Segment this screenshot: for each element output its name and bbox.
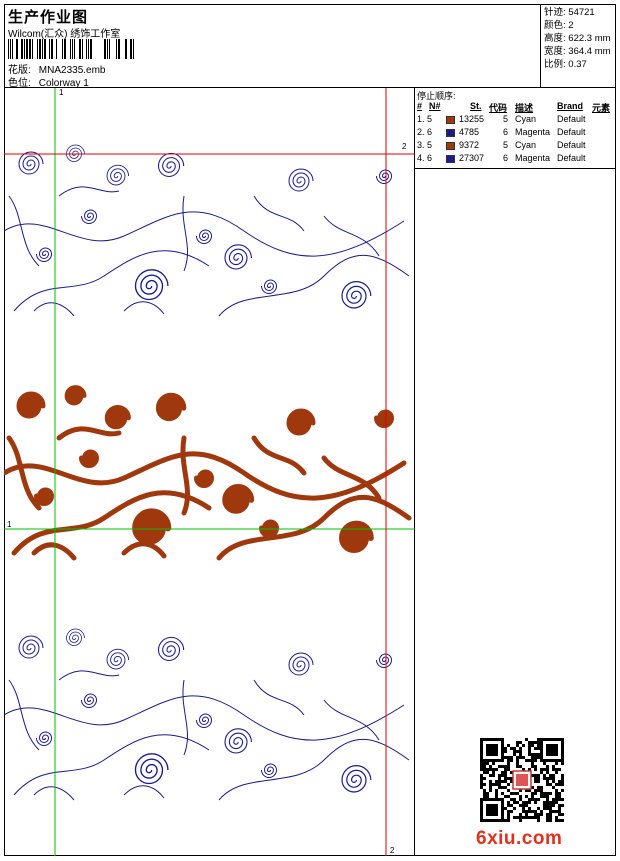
outline-band-bottom: [4, 629, 409, 800]
row-desc: Cyan: [515, 114, 537, 124]
stat-height: 高度: 622.3 mm: [544, 33, 611, 44]
guide-label-right: 2: [402, 142, 407, 151]
row-num: 2.: [417, 127, 425, 137]
watermark-logo: 6xiu.com: [476, 828, 563, 849]
colorway-label: 色位:: [8, 78, 31, 89]
design-canvas[interactable]: 1 1 2 2: [4, 88, 415, 856]
stat-scale: 比例: 0.37: [544, 59, 587, 70]
embroidery-preview: [4, 88, 415, 856]
row-code: 5: [503, 114, 509, 124]
row-n: 5: [427, 114, 433, 124]
stats-panel: 针迹: 54721 颜色: 2 高度: 622.3 mm 宽度: 364.4 m…: [540, 4, 616, 88]
row-code: 6: [503, 127, 509, 137]
colorway-line: 色位: Colorway 1: [8, 74, 89, 89]
outline-band-top: [4, 145, 409, 316]
row-n: 6: [427, 127, 433, 137]
stop-sequence-row[interactable]: 1. 5 13255 5 Cyan Default: [415, 114, 616, 126]
qr-code: [480, 738, 564, 822]
color-swatch: [446, 155, 455, 163]
subtitle: Wilcom(汇众) 绣饰工作室: [8, 29, 121, 40]
header: 生产作业图 Wilcom(汇众) 绣饰工作室 花版: MNA2335.emb 色…: [4, 4, 616, 89]
row-brand: Default: [557, 114, 586, 124]
row-n: 6: [427, 153, 433, 163]
stop-sequence-header: # N# St. 代码 描述 Brand 元素: [417, 101, 611, 113]
row-num: 1.: [417, 114, 425, 124]
page-title: 生产作业图: [8, 9, 89, 26]
stop-sequence-row[interactable]: 2. 6 4785 6 Magenta Default: [415, 127, 616, 139]
row-num: 4.: [417, 153, 425, 163]
stop-sequence-row[interactable]: 3. 5 9372 5 Cyan Default: [415, 140, 616, 152]
guide-label-bottom: 2: [390, 846, 395, 855]
row-num: 3.: [417, 140, 425, 150]
guide-label-top: 1: [59, 88, 64, 97]
row-brand: Default: [557, 153, 586, 163]
row-brand: Default: [557, 127, 586, 137]
stat-colors: 颜色: 2: [544, 20, 574, 31]
row-desc: Magenta: [515, 153, 551, 163]
barcode: [8, 39, 134, 59]
color-swatch: [446, 129, 455, 137]
stat-width: 宽度: 364.4 mm: [544, 46, 611, 57]
row-code: 6: [503, 153, 509, 163]
row-brand: Default: [557, 140, 586, 150]
row-st: 27307: [459, 153, 485, 163]
filled-band-middle: [4, 387, 409, 558]
guide-label-left: 1: [7, 520, 12, 529]
stop-sequence-row[interactable]: 4. 6 27307 6 Magenta Default: [415, 153, 616, 165]
row-desc: Cyan: [515, 140, 537, 150]
row-st: 9372: [459, 140, 480, 150]
row-desc: Magenta: [515, 127, 551, 137]
color-swatch: [446, 142, 455, 150]
stop-sequence-panel: 停止顺序: # N# St. 代码 描述 Brand 元素 1. 5 13255 5 C…: [415, 88, 616, 169]
stat-stitches: 针迹: 54721: [544, 7, 595, 18]
color-swatch: [446, 116, 455, 124]
row-st: 4785: [459, 127, 480, 137]
row-n: 5: [427, 140, 433, 150]
row-code: 5: [503, 140, 509, 150]
row-st: 13255: [459, 114, 485, 124]
